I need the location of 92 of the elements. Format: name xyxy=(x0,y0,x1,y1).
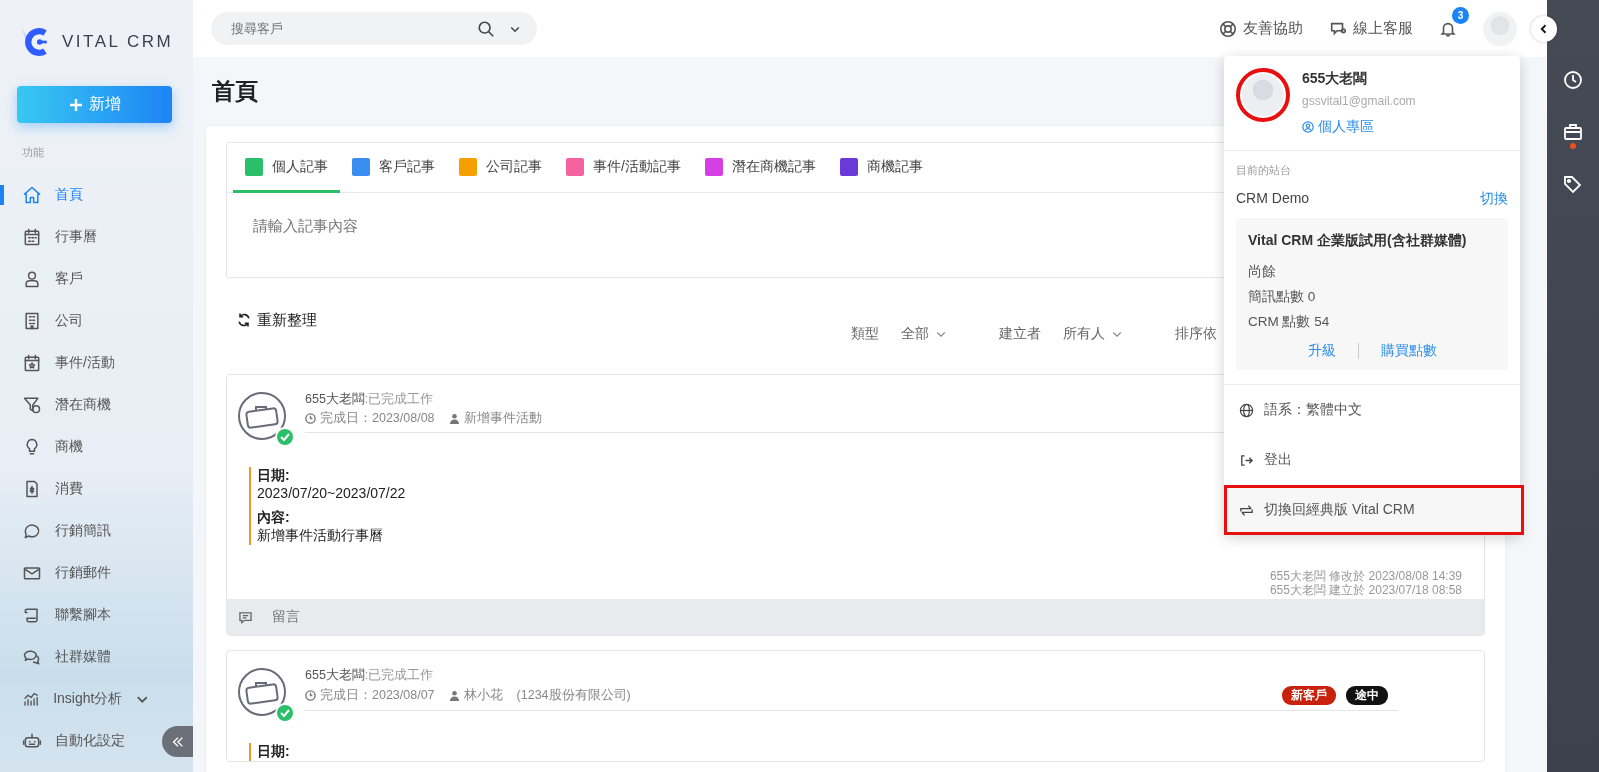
comment-button[interactable]: 留言 xyxy=(227,599,1484,635)
note-status: :已完成工作 xyxy=(364,667,434,684)
note-tab[interactable]: 商機記事 xyxy=(827,143,935,193)
sms-points: 簡訊點數 0 xyxy=(1248,288,1317,306)
sidebar-item[interactable]: 事件/活動 xyxy=(0,342,150,384)
note-tab[interactable]: 公司記事 xyxy=(447,143,554,193)
chat-bubbles-icon xyxy=(22,647,42,667)
sidebar-item[interactable]: 潛在商機 xyxy=(0,384,150,426)
done-date: 完成日：2023/08/08 xyxy=(320,410,435,427)
note-status: :已完成工作 xyxy=(364,391,434,408)
robot-icon xyxy=(22,731,42,751)
refresh-button[interactable]: 重新整理 xyxy=(236,310,336,330)
author-name: 655大老闆 xyxy=(305,391,365,408)
calendar-icon xyxy=(22,227,42,247)
section-label: 功能 xyxy=(22,145,45,160)
switch-site-link[interactable]: 切換 xyxy=(1480,190,1508,208)
site-label: 目前的站台 xyxy=(1236,163,1292,178)
clock-icon[interactable] xyxy=(1563,70,1583,90)
tag: 新客戶 xyxy=(1282,686,1336,705)
page-title: 首頁 xyxy=(212,77,258,106)
search-field[interactable]: 搜尋客戶 xyxy=(211,12,537,45)
sidebar-item[interactable]: Insight分析 xyxy=(0,678,150,720)
person-icon xyxy=(448,413,460,424)
sidebar-item[interactable]: 社群媒體 xyxy=(0,636,150,678)
logout-icon xyxy=(1239,452,1254,468)
person-icon xyxy=(22,269,42,289)
clock-icon xyxy=(305,413,316,424)
search-icon xyxy=(477,20,495,38)
plan-title: Vital CRM 企業版試用(含社群媒體) xyxy=(1248,231,1468,250)
tag-icon[interactable] xyxy=(1563,174,1583,194)
menu-item[interactable]: 切換回經典版 Vital CRM xyxy=(1224,485,1524,535)
sidebar-item[interactable]: 消費 xyxy=(0,468,150,510)
menu-item[interactable]: 語系：繁體中文 xyxy=(1224,385,1520,435)
building-icon xyxy=(22,311,42,331)
refresh-icon xyxy=(236,312,252,328)
sidebar-item[interactable]: 客戶 xyxy=(0,258,150,300)
created-info: 655大老闆 建立於 2023/07/18 08:58 xyxy=(1268,583,1462,597)
clock-icon xyxy=(305,690,316,701)
crm-points: CRM 點數 54 xyxy=(1248,313,1331,331)
tag: 途中 xyxy=(1346,686,1388,705)
briefcase-avatar-icon xyxy=(237,667,295,723)
note-tab[interactable]: 個人記事 xyxy=(233,143,340,193)
user-circle-icon xyxy=(1302,121,1314,133)
menu-item[interactable]: 登出 xyxy=(1224,435,1520,485)
remaining-label: 尚餘 xyxy=(1248,263,1277,281)
sms-bubble-icon xyxy=(22,521,42,541)
notification-count: 3 xyxy=(1452,6,1469,24)
author-name: 655大老闆 xyxy=(305,667,365,684)
collapse-button[interactable] xyxy=(162,726,193,757)
comment-icon xyxy=(239,610,252,624)
plus-icon xyxy=(68,97,83,112)
sidebar-item[interactable]: 自動化設定 xyxy=(0,720,150,762)
filter-label: 排序依 xyxy=(1175,325,1217,343)
briefcase-avatar-icon xyxy=(237,391,295,447)
related-record: 林小花 xyxy=(463,687,503,704)
user-name: 655大老闆 xyxy=(1302,70,1369,88)
funnel-icon xyxy=(22,395,42,415)
person-icon xyxy=(448,690,460,701)
sidebar-item[interactable]: 聯繫腳本 xyxy=(0,594,150,636)
field-label: 日期: xyxy=(257,467,290,485)
sidebar-item[interactable]: 行銷簡訊 xyxy=(0,510,150,552)
double-chevron-icon xyxy=(170,734,185,749)
field-label: 內容: xyxy=(257,509,290,527)
filter-label: 類型 xyxy=(851,325,879,343)
support-link[interactable]: 線上客服 xyxy=(1329,19,1413,38)
filter-label: 建立者 xyxy=(999,325,1041,343)
lifebuoy-icon xyxy=(1219,19,1237,38)
field-label: 日期: xyxy=(257,743,290,761)
filter-dropdown[interactable]: 所有人 xyxy=(1063,325,1123,343)
sidebar-item[interactable]: 商機 xyxy=(0,426,150,468)
note-tab[interactable]: 客戶記事 xyxy=(340,143,447,193)
profile-link[interactable]: 個人專區 xyxy=(1302,118,1374,136)
filter-dropdown[interactable]: 全部 xyxy=(901,325,947,343)
field-value: 新增事件活動行事曆 xyxy=(257,527,383,545)
help-link[interactable]: 友善協助 xyxy=(1219,19,1303,38)
sidebar-item[interactable]: 行銷郵件 xyxy=(0,552,150,594)
briefcase-icon[interactable] xyxy=(1563,122,1583,142)
site-name: CRM Demo xyxy=(1236,190,1310,208)
user-email: gssvital1@gmail.com xyxy=(1302,94,1416,108)
field-value: 2023/07/20~2023/07/22 xyxy=(257,485,406,501)
sidebar-item[interactable]: 公司 xyxy=(0,300,150,342)
sidebar-item[interactable]: 行事曆 xyxy=(0,216,150,258)
related-record: 新增事件活動 xyxy=(463,410,542,427)
related-company: (1234股份有限公司) xyxy=(516,687,631,704)
note-tab[interactable]: 事件/活動記事 xyxy=(554,143,693,193)
done-date: 完成日：2023/08/07 xyxy=(320,687,435,704)
home-icon xyxy=(22,185,42,205)
note-tab[interactable]: 潛在商機記事 xyxy=(692,143,828,193)
modified-info: 655大老闆 修改於 2023/08/08 14:39 xyxy=(1268,569,1462,583)
brand-name: VITAL CRM xyxy=(62,32,174,52)
globe-icon xyxy=(1239,402,1254,418)
notification-dot xyxy=(1570,143,1576,149)
